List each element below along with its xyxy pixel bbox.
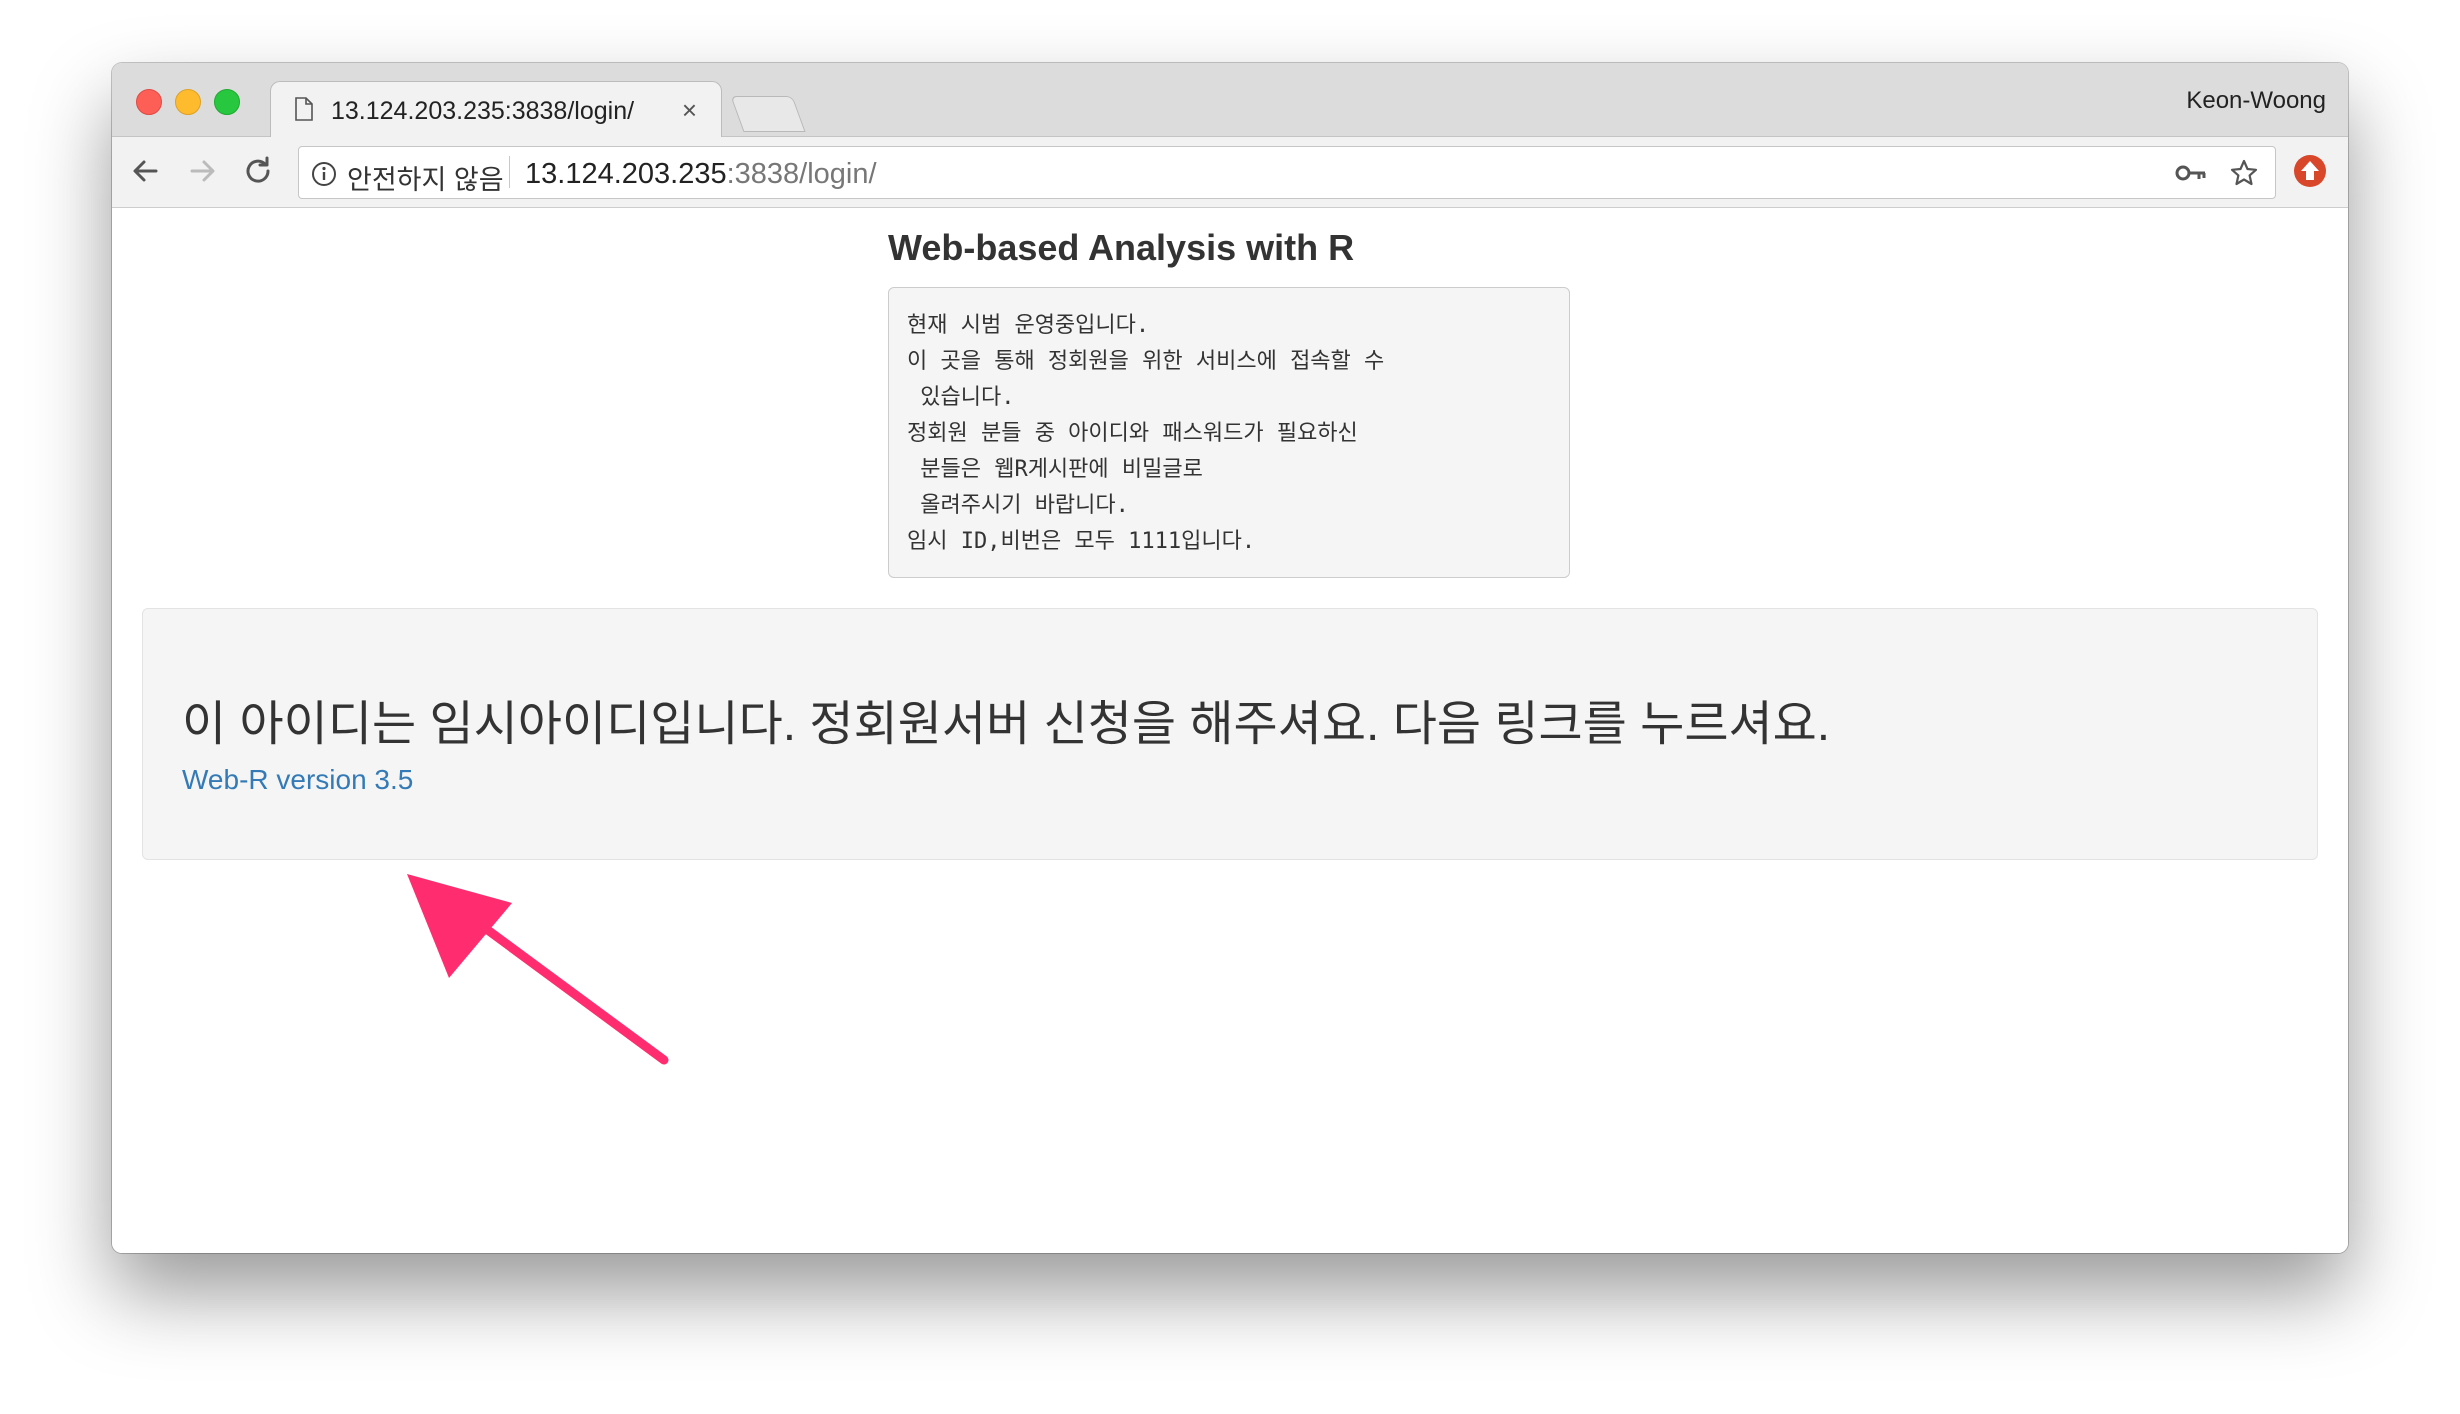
forward-icon[interactable] xyxy=(182,151,222,191)
browser-window: 13.124.203.235:3838/login/ × Keon-Woong … xyxy=(112,63,2348,1253)
document-icon xyxy=(295,97,313,121)
extension-icon[interactable] xyxy=(2292,153,2328,189)
minimize-window-button[interactable] xyxy=(175,89,201,115)
maximize-window-button[interactable] xyxy=(214,89,240,115)
security-label[interactable]: 안전하지 않음 xyxy=(347,158,504,197)
notice-line: 올려주시기 바랍니다. xyxy=(907,493,1129,518)
new-tab-button[interactable] xyxy=(730,96,806,132)
notice-line: 정회원 분들 중 아이디와 패스워드가 필요하신 xyxy=(907,421,1358,446)
url-text[interactable]: 13.124.203.235:3838/login/ xyxy=(525,158,877,191)
close-window-button[interactable] xyxy=(136,89,162,115)
tab-close-icon[interactable]: × xyxy=(682,95,697,126)
title-bar: 13.124.203.235:3838/login/ × Keon-Woong xyxy=(112,63,2348,138)
page-title: Web-based Analysis with R xyxy=(888,227,1355,268)
back-icon[interactable] xyxy=(126,151,166,191)
info-icon[interactable] xyxy=(311,161,337,187)
tab-title: 13.124.203.235:3838/login/ xyxy=(331,97,635,125)
browser-toolbar: 안전하지 않음 13.124.203.235:3838/login/ xyxy=(112,137,2348,208)
web-r-version-link[interactable]: Web-R version 3.5 xyxy=(182,764,413,796)
annotation-arrow-icon xyxy=(407,874,669,1065)
url-path: :3838/login/ xyxy=(726,158,877,190)
notice-line: 현재 시범 운영중입니다. xyxy=(907,313,1150,338)
notice-line: 임시 ID,비번은 모두 1111입니다. xyxy=(907,529,1256,554)
omnibox-divider xyxy=(509,156,510,188)
page-content: Web-based Analysis with R 현재 시범 운영중입니다. … xyxy=(112,208,2348,1253)
notice-line: 분들은 웹R게시판에 비밀글로 xyxy=(907,457,1203,482)
message-panel: 이 아이디는 임시아이디입니다. 정회원서버 신청을 해주셔요. 다음 링크를 … xyxy=(142,608,2318,860)
reload-icon[interactable] xyxy=(238,151,278,191)
url-host: 13.124.203.235 xyxy=(525,158,727,190)
star-icon[interactable] xyxy=(2229,158,2259,188)
notice-line: 있습니다. xyxy=(907,385,1015,410)
notice-box: 현재 시범 운영중입니다. 이 곳을 통해 정회원을 위한 서비스에 접속할 수… xyxy=(888,287,1570,578)
key-icon[interactable] xyxy=(2175,161,2207,185)
temporary-id-message: 이 아이디는 임시아이디입니다. 정회원서버 신청을 해주셔요. 다음 링크를 … xyxy=(182,698,1831,751)
browser-tab[interactable]: 13.124.203.235:3838/login/ × xyxy=(270,81,722,138)
profile-name[interactable]: Keon-Woong xyxy=(2186,87,2326,115)
notice-line: 이 곳을 통해 정회원을 위한 서비스에 접속할 수 xyxy=(907,349,1385,374)
address-bar[interactable]: 안전하지 않음 13.124.203.235:3838/login/ xyxy=(298,146,2276,199)
